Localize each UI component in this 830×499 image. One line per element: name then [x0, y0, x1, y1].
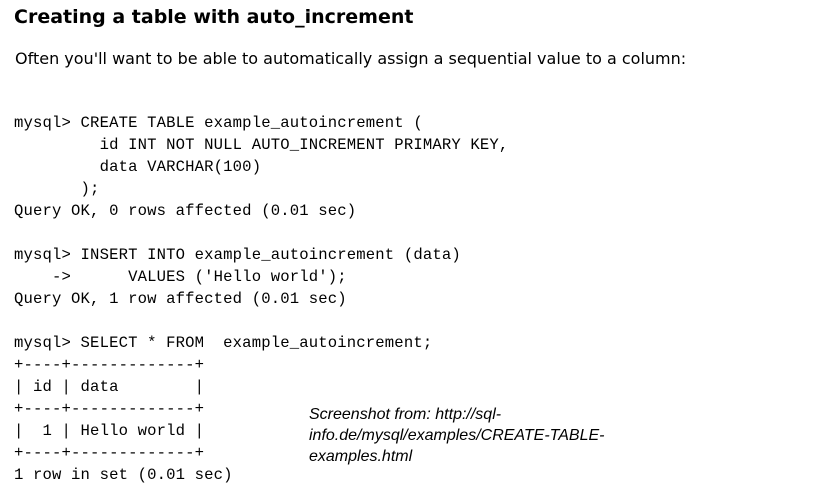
code-line: mysql> SELECT * FROM example_autoincreme… — [14, 334, 433, 352]
screenshot-source-caption: Screenshot from: http://sql- info.de/mys… — [309, 404, 639, 467]
caption-line: examples.html — [309, 448, 413, 465]
code-line: -> VALUES ('Hello world'); — [14, 268, 347, 286]
code-line: | id | data | — [14, 378, 205, 396]
code-line: mysql> INSERT INTO example_autoincrement… — [14, 246, 461, 264]
code-line: +----+-------------+ — [14, 356, 205, 374]
code-line: data VARCHAR(100) — [14, 158, 262, 176]
code-line: 1 row in set (0.01 sec) — [14, 466, 233, 484]
code-line: mysql> CREATE TABLE example_autoincremen… — [14, 114, 423, 132]
code-line: ); — [14, 180, 100, 198]
code-line: id INT NOT NULL AUTO_INCREMENT PRIMARY K… — [14, 136, 509, 154]
caption-line: Screenshot from: http://sql- — [309, 406, 502, 423]
code-line: Query OK, 1 row affected (0.01 sec) — [14, 290, 347, 308]
caption-line: info.de/mysql/examples/CREATE-TABLE- — [309, 427, 605, 444]
code-line: Query OK, 0 rows affected (0.01 sec) — [14, 202, 357, 220]
intro-paragraph: Often you'll want to be able to automati… — [15, 49, 687, 68]
page-heading: Creating a table with auto_increment — [14, 6, 414, 28]
